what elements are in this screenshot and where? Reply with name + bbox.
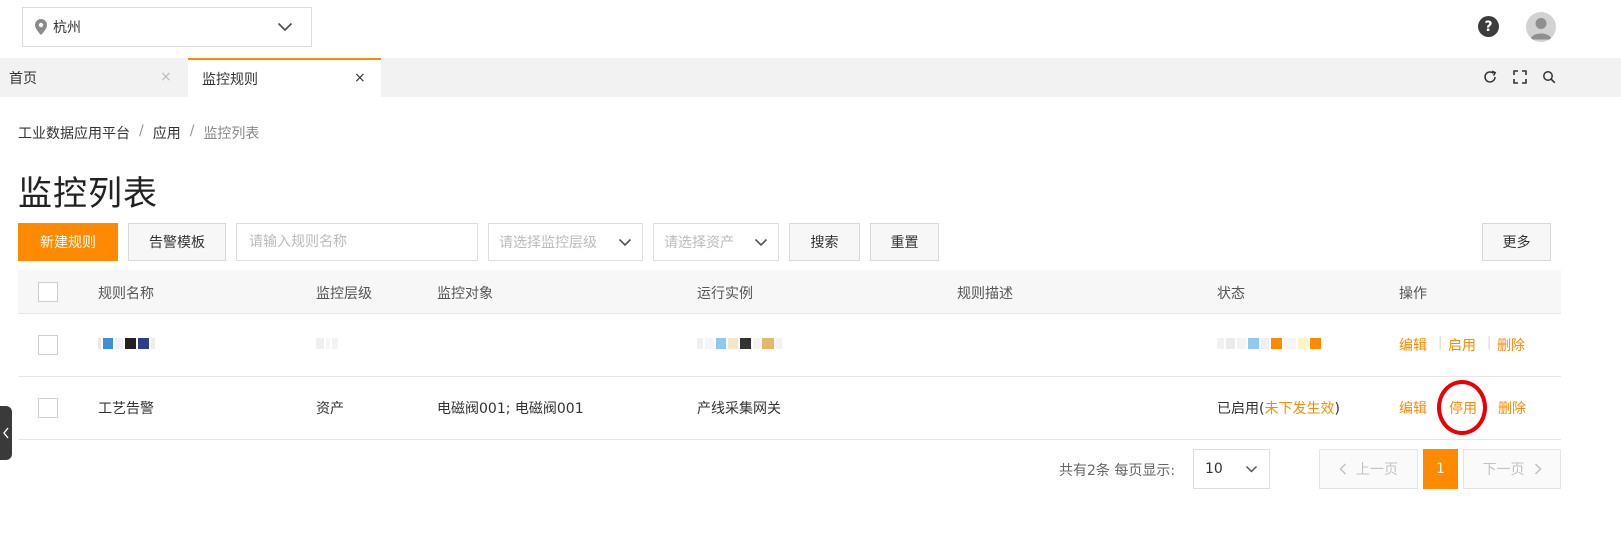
search-button[interactable]: 搜索 bbox=[789, 223, 860, 261]
tab-monitor-rules-close-icon[interactable]: × bbox=[354, 71, 366, 85]
chevron-left-icon bbox=[3, 427, 9, 439]
new-rule-button[interactable]: 新建规则 bbox=[18, 223, 118, 261]
status-suffix: ) bbox=[1334, 401, 1340, 417]
edit-link[interactable]: 编辑 bbox=[1399, 335, 1427, 355]
monitor-level-select[interactable]: 请选择监控层级 bbox=[488, 223, 643, 261]
row-checkbox[interactable] bbox=[38, 398, 58, 418]
reset-button[interactable]: 重置 bbox=[870, 223, 939, 261]
select-all-checkbox[interactable] bbox=[38, 282, 58, 302]
chevron-down-icon bbox=[1245, 465, 1258, 473]
chevron-down-icon bbox=[277, 22, 293, 32]
region-select[interactable]: 杭州 bbox=[22, 7, 312, 47]
page-size-value: 10 bbox=[1205, 461, 1223, 477]
table-row: 工艺告警 资产 电磁阀001; 电磁阀001 产线采集网关 已启用(未下发生效)… bbox=[18, 377, 1561, 440]
edit-link[interactable]: 编辑 bbox=[1399, 398, 1427, 418]
rule-name-input[interactable] bbox=[247, 233, 467, 251]
location-pin-icon bbox=[35, 19, 47, 35]
breadcrumb-item-platform[interactable]: 工业数据应用平台 bbox=[18, 123, 130, 143]
tab-monitor-rules[interactable]: 监控规则 × bbox=[188, 58, 381, 97]
cell-monitor-target: 电磁阀001; 电磁阀001 bbox=[437, 401, 584, 417]
page-1-button[interactable]: 1 bbox=[1423, 449, 1458, 489]
breadcrumb-item-current: 监控列表 bbox=[203, 126, 260, 142]
pagination-summary: 共有2条 每页显示: bbox=[1059, 463, 1176, 479]
refresh-icon[interactable] bbox=[1483, 70, 1497, 84]
breadcrumb-item-app[interactable]: 应用 bbox=[153, 123, 181, 143]
sidebar-collapse-handle[interactable] bbox=[0, 406, 12, 460]
table-row: 编辑 | 启用 | 删除 bbox=[18, 314, 1561, 377]
column-header-rule-name[interactable]: 规则名称 bbox=[98, 283, 154, 303]
cell-run-instance: 产线采集网关 bbox=[697, 401, 781, 417]
asset-placeholder: 请选择资产 bbox=[664, 235, 734, 251]
page-title: 监控列表 bbox=[18, 174, 158, 214]
fullscreen-icon[interactable] bbox=[1513, 70, 1527, 84]
redacted-run-instance bbox=[697, 337, 782, 349]
page-size-select[interactable]: 10 bbox=[1193, 449, 1270, 489]
redacted-status bbox=[1217, 337, 1321, 349]
cell-status: 已启用(未下发生效) bbox=[1217, 398, 1340, 418]
top-header: 杭州 ? bbox=[0, 0, 1621, 58]
table-header: 规则名称 监控层级 监控对象 运行实例 规则描述 状态 操作 bbox=[18, 270, 1561, 314]
prev-page-button[interactable]: 上一页 bbox=[1319, 449, 1418, 489]
action-separator: | bbox=[1438, 335, 1443, 350]
help-glyph: ? bbox=[1484, 18, 1493, 35]
rule-name-search-field bbox=[236, 223, 478, 261]
breadcrumb-separator: / bbox=[189, 123, 195, 139]
monitor-level-placeholder: 请选择监控层级 bbox=[499, 235, 597, 251]
column-header-description[interactable]: 规则描述 bbox=[957, 283, 1013, 303]
next-page-button[interactable]: 下一页 bbox=[1463, 449, 1561, 489]
delete-link[interactable]: 删除 bbox=[1498, 398, 1526, 418]
question-circle-icon[interactable]: ? bbox=[1478, 16, 1499, 37]
column-header-run-instance[interactable]: 运行实例 bbox=[697, 283, 753, 303]
disable-link[interactable]: 停用 bbox=[1449, 398, 1477, 418]
tab-home-close-icon[interactable]: × bbox=[160, 70, 172, 84]
chevron-down-icon bbox=[618, 238, 632, 246]
tab-bar: 首页 × 监控规则 × bbox=[0, 58, 1621, 97]
asset-select[interactable]: 请选择资产 bbox=[653, 223, 779, 261]
redacted-monitor-level bbox=[316, 337, 338, 349]
region-value: 杭州 bbox=[53, 20, 81, 36]
tab-home-label: 首页 bbox=[9, 70, 37, 87]
action-separator: | bbox=[1487, 335, 1492, 350]
column-header-monitor-target[interactable]: 监控对象 bbox=[437, 283, 493, 303]
chevron-right-icon bbox=[1534, 463, 1542, 475]
breadcrumb: 工业数据应用平台 / 应用 / 监控列表 bbox=[18, 123, 259, 143]
user-silhouette-icon bbox=[1530, 18, 1552, 40]
cell-monitor-level: 资产 bbox=[316, 401, 344, 417]
chevron-down-icon bbox=[754, 238, 768, 246]
search-icon[interactable] bbox=[1542, 70, 1556, 84]
breadcrumb-separator: / bbox=[139, 123, 144, 139]
status-prefix: 已启用( bbox=[1217, 401, 1265, 417]
user-avatar-icon[interactable] bbox=[1526, 12, 1556, 42]
tab-monitor-rules-label: 监控规则 bbox=[202, 71, 258, 88]
prev-page-label: 上一页 bbox=[1356, 462, 1398, 478]
row-checkbox[interactable] bbox=[38, 335, 58, 355]
enable-link[interactable]: 启用 bbox=[1448, 335, 1476, 355]
alert-template-button[interactable]: 告警模板 bbox=[128, 223, 226, 261]
delete-link[interactable]: 删除 bbox=[1497, 335, 1525, 355]
cell-rule-name: 工艺告警 bbox=[98, 401, 154, 417]
column-header-actions: 操作 bbox=[1399, 286, 1427, 302]
status-not-deployed-link[interactable]: 未下发生效 bbox=[1264, 401, 1334, 417]
column-header-monitor-level[interactable]: 监控层级 bbox=[316, 283, 372, 303]
chevron-left-icon bbox=[1339, 463, 1347, 475]
column-header-status[interactable]: 状态 bbox=[1217, 283, 1245, 303]
more-button[interactable]: 更多 bbox=[1482, 223, 1551, 261]
redacted-rule-name bbox=[98, 337, 155, 349]
tab-home[interactable]: 首页 × bbox=[0, 58, 188, 97]
next-page-label: 下一页 bbox=[1482, 462, 1525, 478]
